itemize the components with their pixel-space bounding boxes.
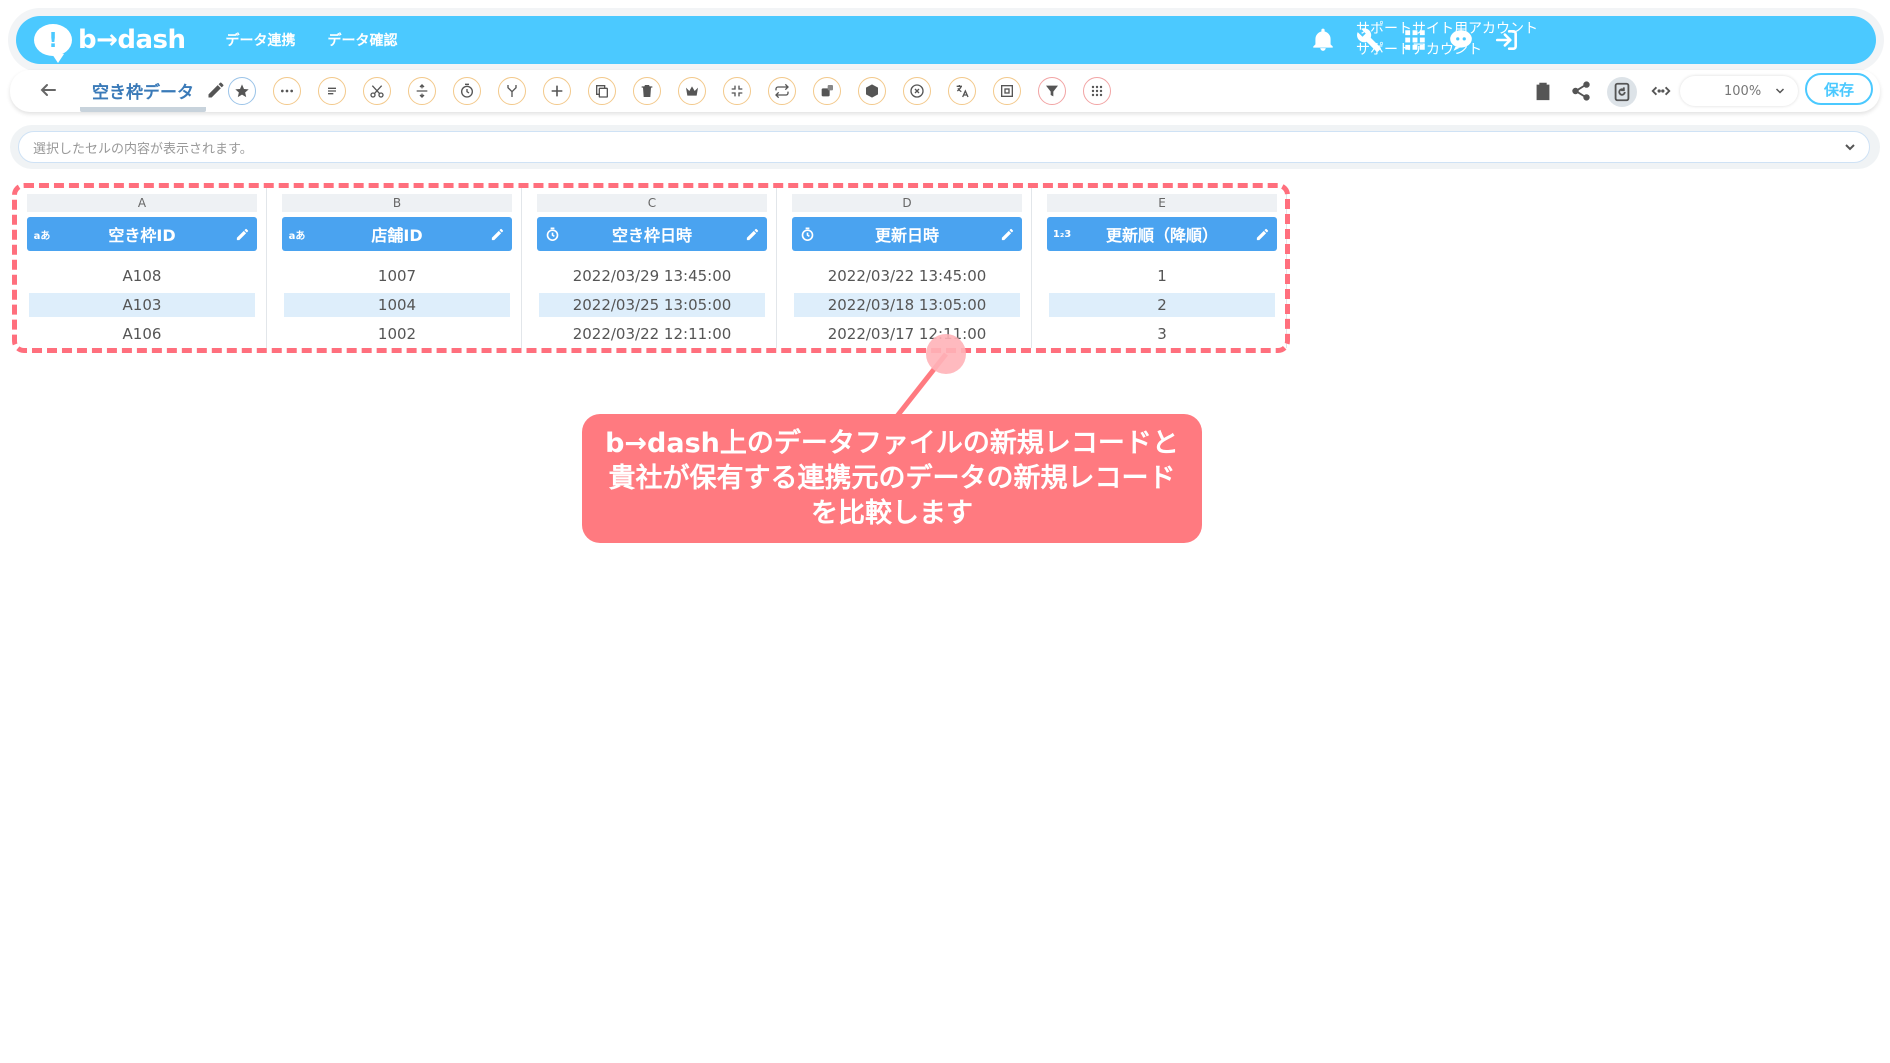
frame-icon[interactable] [993,77,1021,105]
app-header: ! b→dash データ連携 データ確認 サポートサイト用アカウント サポートア… [16,16,1876,64]
scissors-icon[interactable] [363,77,391,105]
file-name[interactable]: 空き枠データ [80,76,206,112]
zoom-select[interactable]: 100% [1680,76,1798,106]
cube-icon[interactable] [858,77,886,105]
refresh-doc-icon[interactable] [1607,77,1637,107]
apps-grid-icon[interactable] [1400,25,1430,55]
star-icon[interactable] [228,77,256,105]
expand-cross-icon[interactable] [408,77,436,105]
merge-icon[interactable] [498,77,526,105]
translate-icon[interactable] [948,77,976,105]
save-button[interactable]: 保存 [1805,73,1873,105]
nav-data-integration[interactable]: データ連携 [226,30,296,50]
logo-text: b→dash [78,25,186,55]
close-circle-icon[interactable] [903,77,931,105]
logo-mark: ! [34,24,72,63]
shrink-icon[interactable] [723,77,751,105]
filter-icon[interactable] [1038,77,1066,105]
callout-line-1: b→dash上のデータファイルの新規レコードと [605,428,1179,459]
timer-icon[interactable] [453,77,481,105]
callout-line-2: 貴社が保有する連携元のデータの新規レコード [608,463,1176,494]
wrench-icon[interactable] [1354,25,1384,55]
more-dots-icon[interactable] [273,77,301,105]
copy-icon[interactable] [588,77,616,105]
zoom-value: 100% [1724,83,1762,99]
trash-icon[interactable] [633,77,661,105]
nav-data-check[interactable]: データ確認 [328,30,398,50]
logo[interactable]: ! b→dash [34,16,186,64]
share-icon[interactable] [1568,78,1594,104]
bell-icon[interactable] [1308,25,1338,55]
edit-name-pencil-icon[interactable] [206,80,226,100]
repeat-icon[interactable] [768,77,796,105]
dice-icon[interactable] [813,77,841,105]
crown-icon[interactable] [678,77,706,105]
edit-toolbar: 空き枠データ 100% 保存 [10,70,1880,112]
chat-bot-icon[interactable] [1446,25,1476,55]
logout-icon[interactable] [1492,25,1522,55]
chevron-down-icon[interactable] [1842,139,1858,155]
highlight-frame [12,183,1290,353]
code-arrows-icon[interactable] [1648,78,1674,104]
cell-content-field[interactable]: 選択したセルの内容が表示されます。 [18,131,1870,163]
back-arrow-icon[interactable] [36,78,60,102]
lines-icon[interactable] [318,77,346,105]
callout-line-3: を比較します [811,498,973,529]
cell-content-bar: 選択したセルの内容が表示されます。 [10,125,1880,169]
chevron-down-icon [1775,88,1785,94]
plus-icon[interactable] [543,77,571,105]
callout-box: b→dash上のデータファイルの新規レコードと 貴社が保有する連携元のデータの新… [582,414,1202,543]
grid-dots-icon[interactable] [1083,77,1111,105]
clipboard-icon[interactable] [1530,78,1556,104]
